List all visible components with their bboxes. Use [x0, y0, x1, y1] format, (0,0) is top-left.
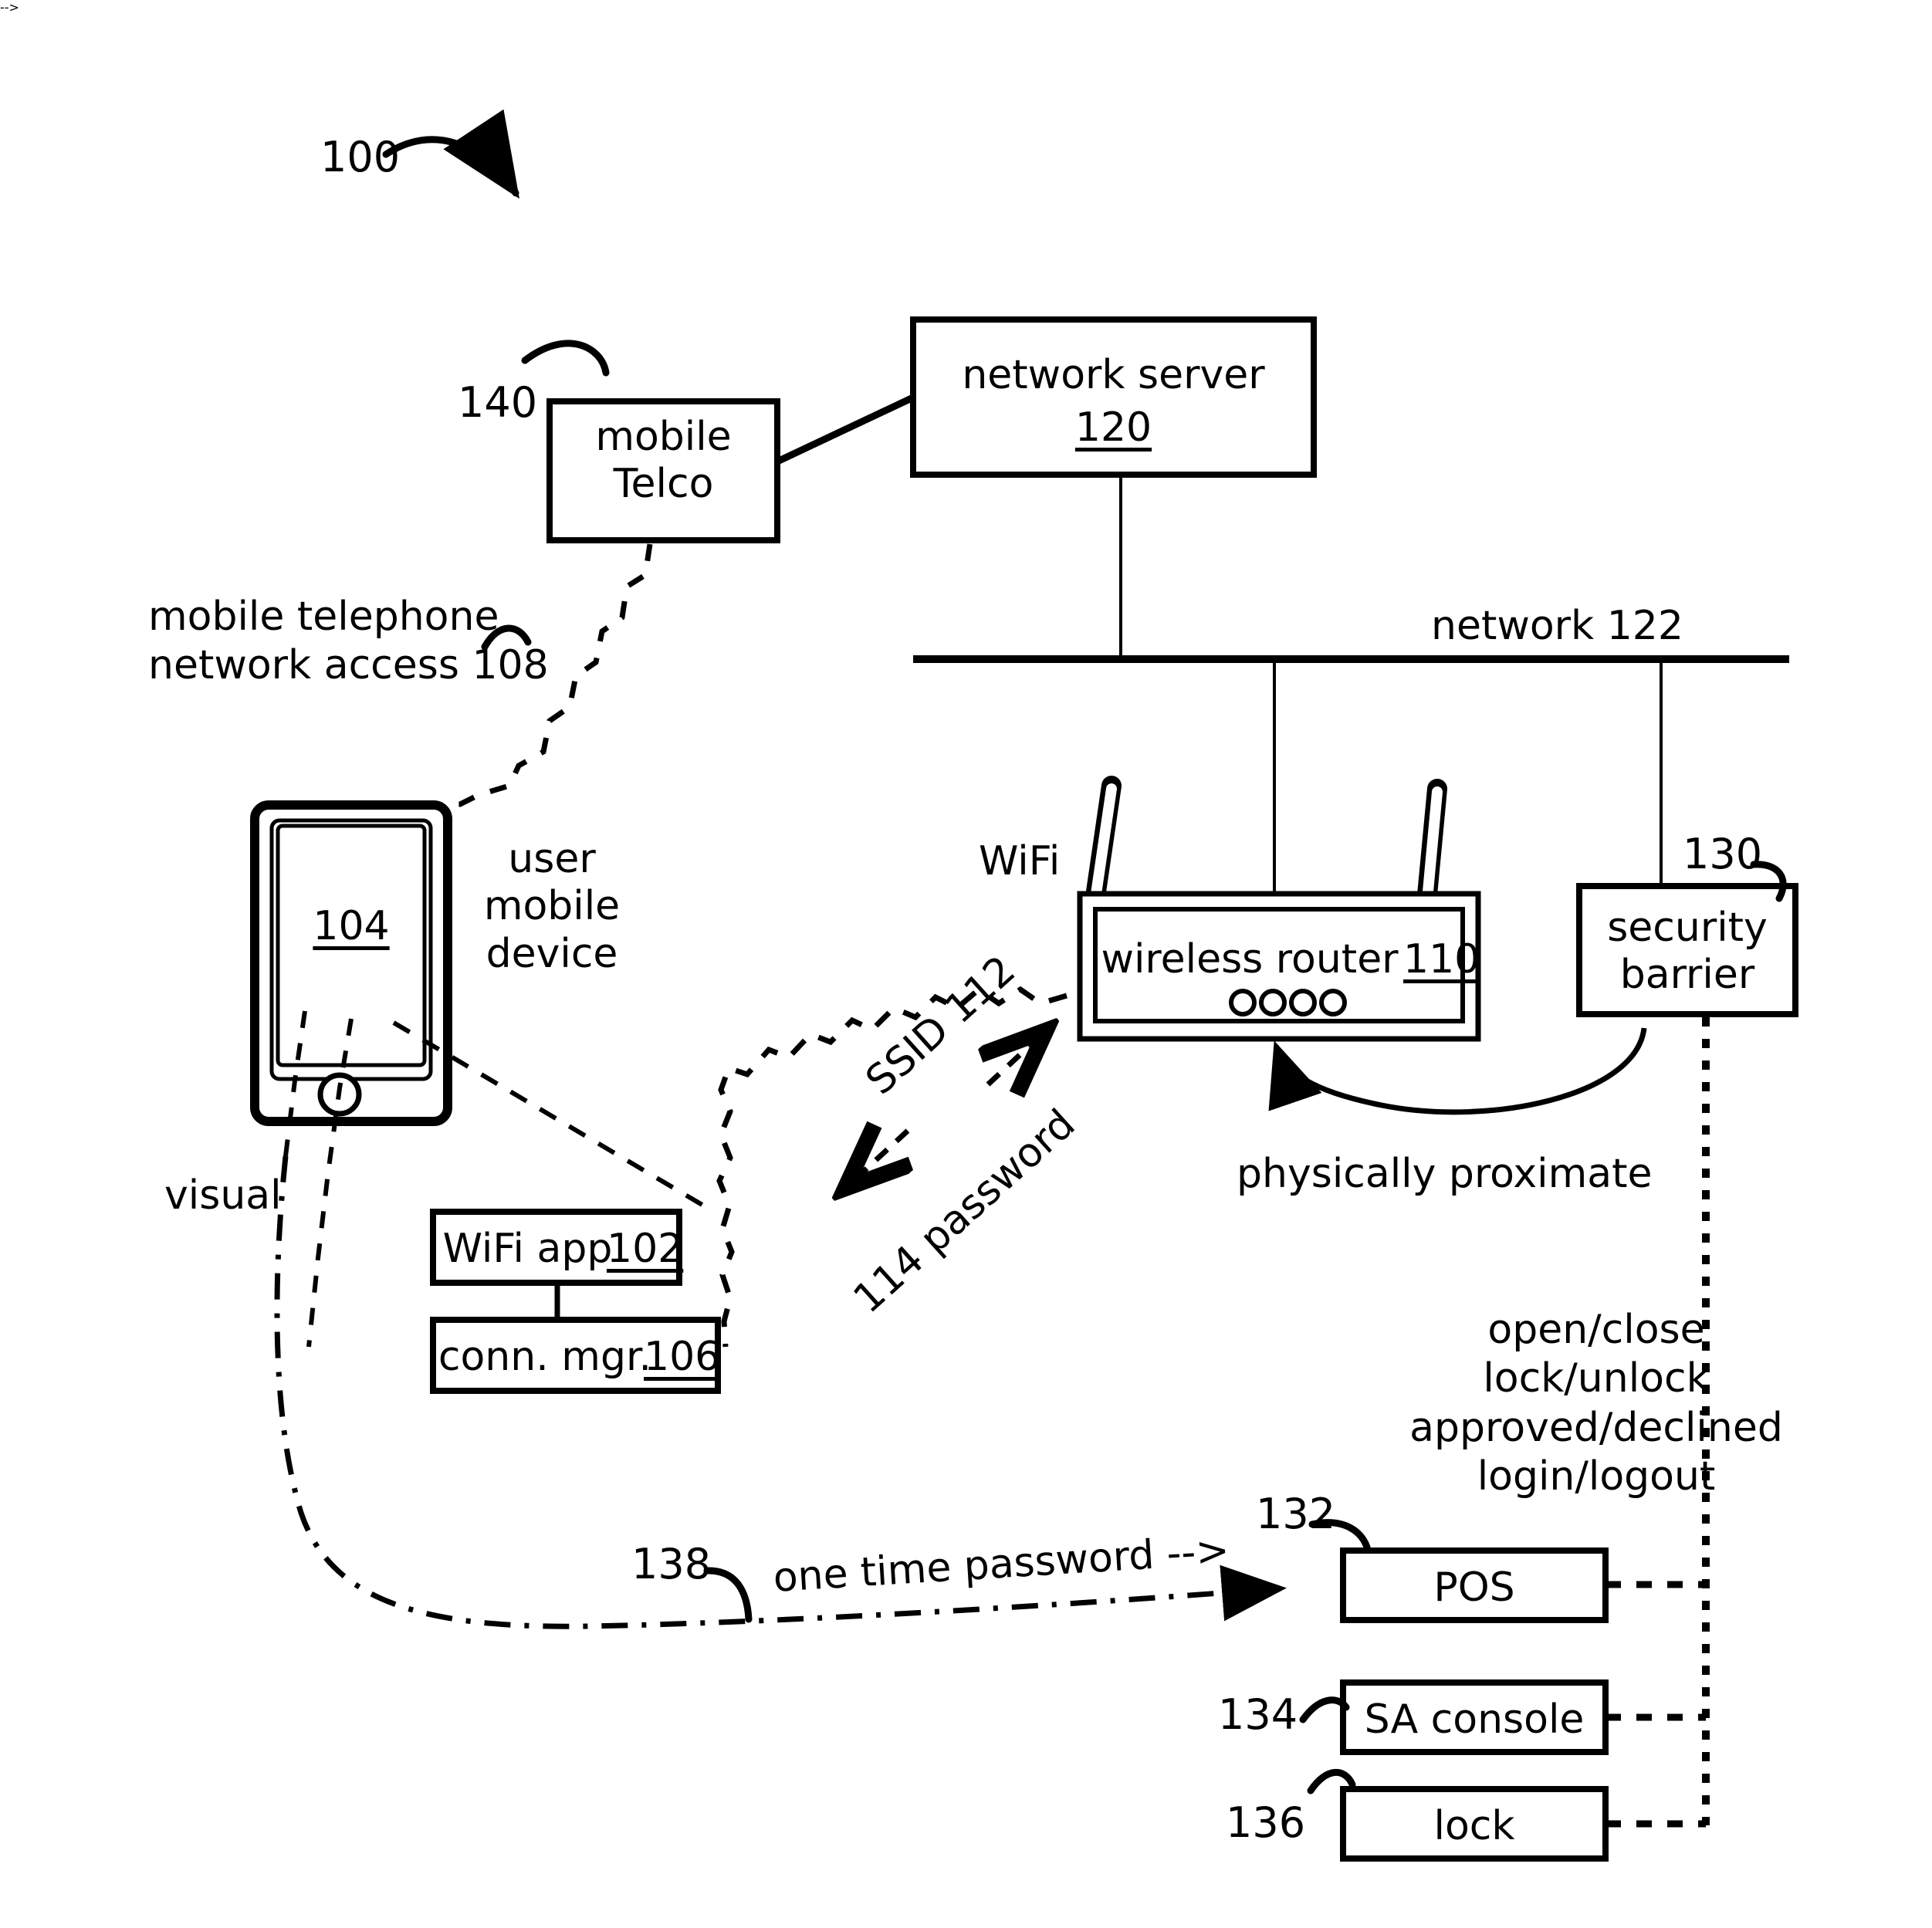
ssid-arrow [849, 1131, 908, 1185]
phone-home-button [317, 1072, 362, 1117]
password-arrow [988, 1034, 1042, 1084]
router-led-4 [1319, 989, 1347, 1016]
sa-console-label: SA console [1364, 1696, 1585, 1743]
pos-label: POS [1433, 1564, 1515, 1611]
user-mobile-device-ref: 104 [313, 903, 390, 949]
ref-130-number: 130 [1683, 830, 1763, 878]
ref-140-number: 140 [458, 378, 538, 427]
router-led-1 [1229, 989, 1257, 1016]
ref-138-number: 138 [631, 1540, 712, 1588]
ref-132-number: 132 [1256, 1490, 1336, 1538]
router-antenna-right-outer [1416, 779, 1447, 913]
mobile-network-access-label: mobile telephone network access 108 [148, 594, 549, 689]
network-bus-label: network 122 [1431, 603, 1683, 649]
network-server-ref: 120 [1074, 404, 1152, 451]
figure-ref-arrow [382, 109, 519, 199]
wireless-router-ref: 110 [1403, 936, 1480, 983]
router-antenna-right-inner [1422, 786, 1443, 905]
actions-label: open/close lock/unlock approved/declined… [1409, 1307, 1783, 1500]
network-server-label: network server [962, 352, 1265, 398]
ref-134-leader [1299, 1696, 1350, 1723]
password-label: 114 password [844, 1101, 1084, 1323]
one-time-password-label: one time password --> [772, 1527, 1231, 1602]
wifi-label: WiFi [979, 838, 1061, 885]
telco-server-link [776, 394, 915, 465]
wireless-router-label: wireless router [1101, 936, 1399, 983]
router-antenna-left-outer [1084, 776, 1122, 912]
router-led-2 [1259, 989, 1287, 1016]
router-led-3 [1289, 989, 1317, 1016]
ref-136-number: 136 [1226, 1798, 1306, 1847]
phone-body [250, 800, 452, 1126]
ssid-label: SSID 112 [857, 947, 1025, 1104]
ref-134-number: 134 [1218, 1690, 1298, 1739]
phone-conn-mgr-leader [306, 1018, 354, 1348]
wifi-app-label: WiFi app [442, 1226, 613, 1272]
security-barrier-label: security barrier [1607, 905, 1768, 999]
patent-figure-canvas: 100 140 mobile Telco network server 120 … [0, 0, 1932, 1928]
phone-visual-leader [283, 1010, 307, 1157]
visual-label: visual [164, 1172, 282, 1219]
ref-140-leader [521, 340, 610, 377]
figure-ref-number: 100 [320, 133, 401, 181]
physically-proximate-arrow [1268, 1027, 1647, 1115]
physically-proximate-label: physically proximate [1237, 1151, 1653, 1197]
phone-wifi-app-leader [392, 1020, 716, 1214]
mobile-telco-label: mobile Telco [595, 414, 732, 508]
router-antenna-left-inner [1090, 783, 1117, 905]
ref-138-leader [703, 1567, 753, 1623]
ref-136-leader [1307, 1769, 1356, 1794]
user-mobile-device-label: user mobile device [483, 836, 621, 977]
conn-mgr-label: conn. mgr. [438, 1334, 652, 1380]
lock-label: lock [1433, 1803, 1515, 1849]
conn-mgr-ref: 106 [644, 1334, 721, 1380]
wifi-app-ref: 102 [607, 1226, 684, 1272]
